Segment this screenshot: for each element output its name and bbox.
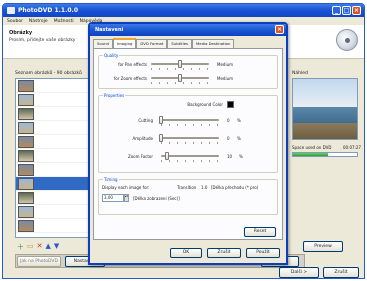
- transition-hint: [Délka přechodu (* pro): [211, 185, 259, 190]
- close-button[interactable]: ×: [352, 6, 361, 15]
- preview-image: [292, 78, 358, 140]
- list-item[interactable]: [16, 163, 90, 177]
- dialog-close-icon[interactable]: ×: [275, 25, 284, 34]
- disc-logo-icon: [336, 29, 358, 51]
- amplitude-slider[interactable]: [159, 134, 219, 144]
- title-bar: PhotoDVD 1.1.0.0 _ □ ×: [3, 4, 364, 17]
- list-item[interactable]: [16, 107, 90, 121]
- display-duration-label: Display each image for:: [102, 185, 150, 190]
- space-used-bar: [292, 152, 358, 157]
- file-list-label: Seznam obrázků - 90 obrázků: [15, 71, 82, 76]
- pan-quality-label: for Pan effects: [118, 62, 147, 67]
- tab-dvd-format[interactable]: DVD Format: [136, 39, 168, 48]
- minimize-button[interactable]: _: [332, 6, 341, 15]
- quality-group-label: Quality: [103, 53, 120, 58]
- tab-media-destination[interactable]: Media Destination: [192, 39, 235, 48]
- tab-sound[interactable]: Sound: [93, 39, 113, 48]
- cutting-unit: %: [237, 118, 241, 123]
- dialog-cancel-button[interactable]: Zrušit: [207, 248, 241, 258]
- add-image-icon[interactable]: ＋: [17, 242, 24, 252]
- list-item[interactable]: [16, 79, 90, 93]
- settings-dialog: Nastavení × Sound Imaging DVD Format Sub…: [88, 22, 288, 265]
- move-up-icon[interactable]: ▲: [46, 242, 51, 252]
- reset-button[interactable]: Reset: [244, 227, 276, 237]
- image-thumbnail: [18, 121, 34, 134]
- list-toolbar: ＋ ▭ ✕ ▲ ▼: [17, 242, 59, 252]
- space-used-label: Space used on DVD: [292, 145, 332, 150]
- cutting-slider[interactable]: [159, 116, 219, 126]
- timing-group: Timing Display each image for: Transitio…: [98, 177, 278, 215]
- cutting-value: 0: [227, 118, 230, 123]
- image-thumbnail: [18, 149, 34, 162]
- image-thumbnail: [18, 219, 34, 232]
- menu-tools[interactable]: Nástroje: [29, 19, 48, 24]
- image-thumbnail: [18, 177, 34, 190]
- list-item[interactable]: [16, 149, 90, 163]
- image-thumbnail: [18, 93, 34, 106]
- zoom-factor-slider[interactable]: [161, 152, 219, 162]
- cancel-main-button[interactable]: Zrušit: [323, 267, 359, 278]
- amplitude-label: Amplitude: [132, 136, 154, 141]
- duration-stepper[interactable]: ▴▾: [124, 194, 129, 202]
- amplitude-value: 0: [227, 136, 230, 141]
- zoom-factor-unit: %: [239, 154, 243, 159]
- app-icon: [7, 7, 15, 14]
- list-item[interactable]: [16, 219, 90, 233]
- quality-group: Quality for Pan effects Medium for Zoom …: [98, 53, 278, 89]
- dialog-tabs: Sound Imaging DVD Format Subtitles Media…: [93, 38, 235, 48]
- duration-hint: [Délka zobrazení (Sec)]: [133, 196, 180, 201]
- image-thumbnail: [18, 191, 34, 204]
- page-subtitle: Prosím, přidejte vaše obrázky: [9, 38, 76, 43]
- properties-group: Properties Background Color Cutting 0 % …: [98, 93, 278, 173]
- pan-quality-slider[interactable]: [151, 60, 209, 70]
- amplitude-unit: %: [237, 136, 241, 141]
- tab-imaging[interactable]: Imaging: [112, 38, 137, 48]
- imaging-panel: Quality for Pan effects Medium for Zoom …: [93, 48, 283, 240]
- preview-label: Náhled: [292, 71, 308, 76]
- space-used-value: 00:07:27: [343, 145, 361, 150]
- ok-button[interactable]: OK: [170, 248, 202, 258]
- dialog-title-bar: Nastavení ×: [90, 24, 286, 36]
- delete-icon[interactable]: ✕: [37, 242, 43, 252]
- cutting-label: Cutting: [138, 118, 153, 123]
- folder-icon[interactable]: ▭: [27, 242, 34, 252]
- dialog-title: Nastavení: [95, 27, 124, 33]
- list-item[interactable]: [16, 135, 90, 149]
- apply-button[interactable]: Použít: [246, 248, 280, 258]
- menu-file[interactable]: Soubor: [7, 19, 23, 24]
- image-thumbnail: [18, 79, 34, 92]
- zoom-quality-value: Medium: [217, 76, 233, 81]
- duration-input[interactable]: 3,00: [102, 194, 124, 202]
- image-thumbnail: [18, 205, 34, 218]
- page-title: Obrázky: [9, 30, 33, 36]
- image-list[interactable]: [15, 78, 91, 238]
- maximize-button[interactable]: □: [342, 6, 351, 15]
- pan-quality-value: Medium: [217, 62, 233, 67]
- next-button[interactable]: Další >: [279, 267, 319, 278]
- properties-group-label: Properties: [103, 93, 126, 98]
- help-link[interactable]: Jak na PhotoDVD: [17, 256, 61, 267]
- list-item[interactable]: [16, 121, 90, 135]
- timing-group-label: Timing: [103, 177, 119, 182]
- list-item[interactable]: [16, 191, 90, 205]
- window-title: PhotoDVD 1.1.0.0: [18, 7, 79, 14]
- transition-label: Transition: [177, 185, 197, 190]
- zoom-quality-slider[interactable]: [151, 74, 209, 84]
- image-thumbnail: [18, 163, 34, 176]
- background-color-swatch[interactable]: [227, 101, 234, 108]
- zoom-factor-label: Zoom Factor: [127, 154, 153, 159]
- menu-options[interactable]: Možnosti: [54, 19, 74, 24]
- zoom-quality-label: for Zoom effects: [113, 76, 147, 81]
- transition-value: 1.0: [201, 185, 208, 190]
- zoom-factor-value: 10: [227, 154, 233, 159]
- list-item[interactable]: [16, 205, 90, 219]
- image-thumbnail: [18, 107, 34, 120]
- list-item[interactable]: [16, 93, 90, 107]
- background-color-label: Background Color: [187, 102, 223, 107]
- move-down-icon[interactable]: ▼: [54, 242, 59, 252]
- preview-button[interactable]: Preview: [303, 241, 343, 252]
- list-item[interactable]: [16, 177, 90, 191]
- image-thumbnail: [18, 135, 34, 148]
- tab-subtitles[interactable]: Subtitles: [167, 39, 193, 48]
